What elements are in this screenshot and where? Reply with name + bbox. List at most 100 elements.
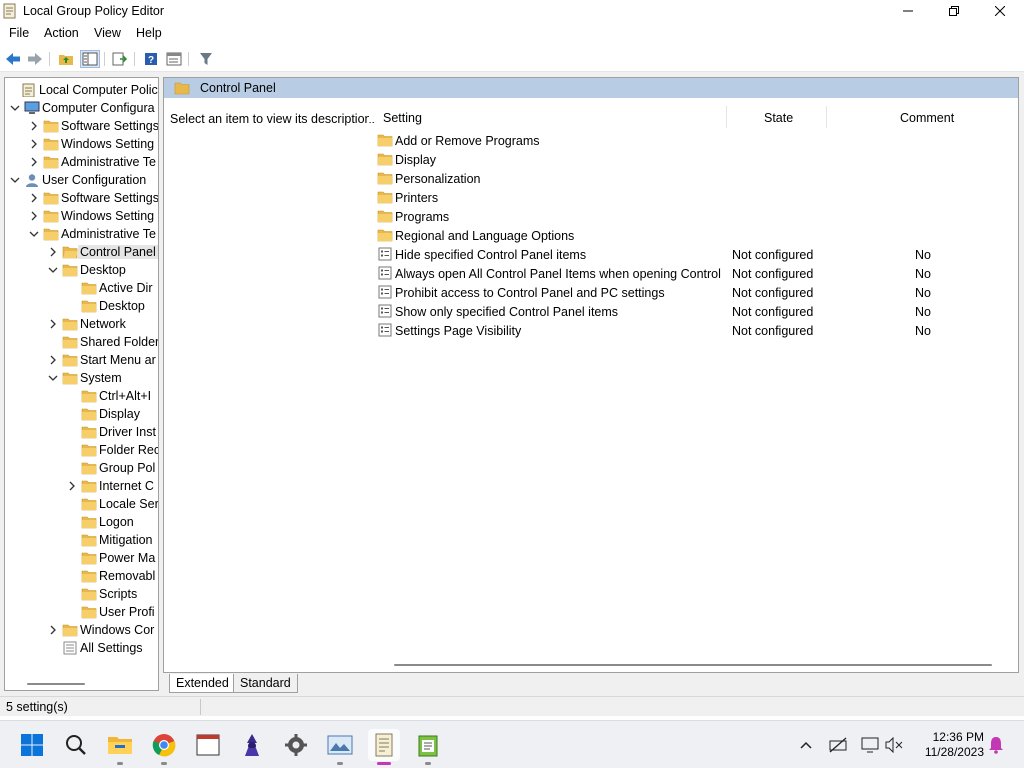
chevron-right-icon[interactable] — [48, 625, 58, 635]
forward-button[interactable] — [25, 50, 45, 68]
chevron-down-icon[interactable] — [10, 175, 20, 185]
chevron-right-icon[interactable] — [29, 139, 39, 149]
taskbar-image-viewer[interactable] — [324, 729, 356, 765]
tray-network-button[interactable] — [828, 735, 848, 755]
tree-node[interactable]: Group Pol — [5, 459, 158, 477]
tree-node[interactable]: Network — [5, 315, 158, 333]
menu-action[interactable]: Action — [44, 26, 79, 40]
notifications-button[interactable] — [986, 735, 1006, 755]
folder-icon — [43, 156, 59, 169]
tree-node[interactable]: Start Menu ar — [5, 351, 158, 369]
tree-node[interactable]: Desktop — [5, 261, 158, 279]
chevron-right-icon[interactable] — [29, 121, 39, 131]
chevron-right-icon[interactable] — [29, 193, 39, 203]
tree-horizontal-scrollbar[interactable] — [27, 683, 85, 685]
show-hidden-icons-button[interactable] — [796, 735, 816, 755]
table-row[interactable]: Programs — [369, 207, 1018, 226]
table-row[interactable]: Printers — [369, 188, 1018, 207]
back-button[interactable] — [3, 50, 23, 68]
tab-standard[interactable]: Standard — [233, 674, 298, 693]
taskbar-terminal[interactable] — [192, 729, 224, 761]
tree-node[interactable]: Display — [5, 405, 158, 423]
chevron-right-icon[interactable] — [48, 355, 58, 365]
minimize-button[interactable] — [885, 0, 931, 22]
tree-node[interactable]: Folder Rec — [5, 441, 158, 459]
column-setting[interactable]: Setting — [383, 111, 422, 125]
tree-node[interactable]: Locale Ser — [5, 495, 158, 513]
table-row[interactable]: Add or Remove Programs — [369, 131, 1018, 150]
taskbar-clock[interactable]: 12:36 PM 11/28/2023 — [916, 730, 984, 760]
menu-help[interactable]: Help — [136, 26, 162, 40]
column-comment[interactable]: Comment — [900, 111, 954, 125]
show-hide-tree-button[interactable] — [80, 50, 100, 68]
table-row[interactable]: Regional and Language Options — [369, 226, 1018, 245]
table-row[interactable]: Always open All Control Panel Items when… — [369, 264, 1018, 283]
filter-button[interactable] — [196, 50, 216, 68]
tree-node[interactable]: Administrative Te — [5, 153, 158, 171]
chevron-up-icon — [800, 741, 812, 749]
tree-node[interactable]: All Settings — [5, 639, 158, 657]
taskbar-file-explorer[interactable] — [104, 729, 136, 765]
tab-extended[interactable]: Extended — [169, 674, 236, 693]
chevron-down-icon[interactable] — [10, 103, 20, 113]
tree-node[interactable]: Local Computer Policy — [5, 81, 158, 99]
tree-node[interactable]: Logon — [5, 513, 158, 531]
table-row[interactable]: Personalization — [369, 169, 1018, 188]
maximize-button[interactable] — [931, 0, 977, 22]
tree-node[interactable]: Administrative Te — [5, 225, 158, 243]
up-folder-button[interactable] — [56, 50, 76, 68]
tree-node[interactable]: User Profi — [5, 603, 158, 621]
tree-node[interactable]: Computer Configura — [5, 99, 158, 117]
table-row[interactable]: Display — [369, 150, 1018, 169]
tray-volume-button[interactable] — [884, 735, 904, 755]
tree-node[interactable]: Software Settings — [5, 117, 158, 135]
chevron-right-icon[interactable] — [29, 211, 39, 221]
help-button[interactable]: ? — [141, 50, 161, 68]
close-button[interactable] — [977, 0, 1023, 22]
tree-node[interactable]: Mitigation — [5, 531, 158, 549]
chevron-down-icon[interactable] — [29, 229, 39, 239]
taskbar-group-policy[interactable] — [368, 729, 400, 765]
tree-node[interactable]: Ctrl+Alt+I — [5, 387, 158, 405]
tree-node[interactable]: Removabl — [5, 567, 158, 585]
column-state[interactable]: State — [764, 111, 793, 125]
menu-file[interactable]: File — [9, 26, 29, 40]
tree-node[interactable]: Internet C — [5, 477, 158, 495]
export-list-button[interactable] — [110, 50, 130, 68]
chevron-down-icon[interactable] — [48, 373, 58, 383]
tree-node[interactable]: User Configuration — [5, 171, 158, 189]
menu-view[interactable]: View — [94, 26, 121, 40]
taskbar-notepad[interactable] — [412, 729, 444, 765]
chevron-right-icon[interactable] — [29, 157, 39, 167]
tree-node[interactable]: Desktop — [5, 297, 158, 315]
tree-node[interactable]: Control Panel — [5, 243, 158, 261]
chevron-down-icon[interactable] — [48, 265, 58, 275]
table-row[interactable]: Show only specified Control Panel items N… — [369, 302, 1018, 321]
display-icon — [861, 737, 879, 753]
tree-node[interactable]: Windows Setting — [5, 207, 158, 225]
navigation-tree[interactable]: Local Computer Policy Computer Configura S… — [4, 77, 159, 691]
tree-node[interactable]: Driver Inst — [5, 423, 158, 441]
table-row[interactable]: Hide specified Control Panel items Not co… — [369, 245, 1018, 264]
start-button[interactable] — [16, 729, 48, 761]
properties-button[interactable] — [164, 50, 184, 68]
tray-display-button[interactable] — [860, 735, 880, 755]
list-horizontal-scrollbar[interactable] — [394, 664, 992, 666]
tree-node[interactable]: Shared Folder — [5, 333, 158, 351]
table-row[interactable]: Prohibit access to Control Panel and PC … — [369, 283, 1018, 302]
tree-node[interactable]: Windows Setting — [5, 135, 158, 153]
chevron-right-icon[interactable] — [48, 247, 58, 257]
chevron-right-icon[interactable] — [48, 319, 58, 329]
tree-node[interactable]: Scripts — [5, 585, 158, 603]
tree-node[interactable]: Software Settings — [5, 189, 158, 207]
chevron-right-icon[interactable] — [67, 481, 77, 491]
table-row[interactable]: Settings Page Visibility Not configured No — [369, 321, 1018, 340]
taskbar-search-button[interactable] — [60, 729, 92, 761]
taskbar-settings-app[interactable] — [280, 729, 312, 761]
tree-node[interactable]: Windows Cor — [5, 621, 158, 639]
taskbar-wizard-app[interactable] — [236, 729, 268, 761]
taskbar-chrome[interactable] — [148, 729, 180, 765]
tree-node[interactable]: System — [5, 369, 158, 387]
tree-node[interactable]: Power Ma — [5, 549, 158, 567]
tree-node[interactable]: Active Dir — [5, 279, 158, 297]
